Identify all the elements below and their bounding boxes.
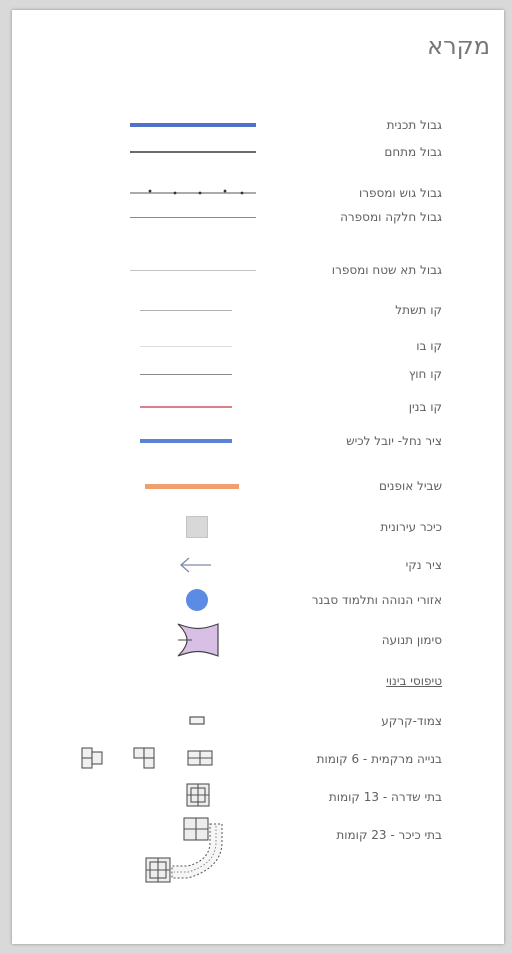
legend-row-line-5: קו תשתל [12, 295, 504, 325]
legend-label: צמוד-קרקע [381, 714, 442, 728]
legend-label: בנייה מרקמית - 6 קומות [316, 752, 442, 766]
thick-blue-line-icon [130, 110, 256, 140]
faint-line-icon [140, 331, 232, 361]
legend-label: קו חוץ [408, 367, 442, 381]
legend-row-square-buildings: בתי כיכר - 23 קומות [12, 816, 504, 896]
red-line-icon [140, 392, 232, 422]
legend-row-clean-axis: ציר נקי [12, 550, 504, 580]
legend-label: שביל אופנים [379, 479, 442, 493]
legend-page: מקרא גבול תכנית גבול מתחם גבול גוש ומספר… [12, 10, 504, 944]
orange-line-icon [145, 471, 239, 501]
legend-label: סימון תנועה [381, 633, 442, 647]
legend-label: גבול מתחם [384, 145, 442, 159]
blue-line-icon [140, 426, 232, 456]
legend-label: קו בו [416, 339, 442, 353]
legend-label: כיכר עירונית [380, 520, 442, 534]
legend-row-line-6: קו בו [12, 331, 504, 361]
legend-label: ציר נחל- יובל לכיש [346, 434, 442, 448]
gray-line-icon [140, 359, 232, 389]
legend-row-avenue-buildings: בתי שדרה - 13 קומות [12, 780, 504, 814]
blue-circle-icon [186, 589, 208, 611]
legend-title: מקרא [427, 32, 490, 60]
legend-row-ground-attached: צמוד-קרקע [12, 706, 504, 736]
legend-row-urban-square: כיכר עירונית [12, 512, 504, 542]
thin-gray-line-icon [130, 137, 256, 167]
legend-row-area-cell-boundary: גבול תא שטח ומספרו [12, 255, 504, 285]
building-group-icon [81, 747, 213, 769]
legend-row-parcel-boundary: גבול חלקה ומספרה [12, 202, 504, 232]
small-building-icon [189, 716, 205, 725]
legend-label: גבול חלקה ומספרה [340, 210, 442, 224]
legend-row-textured-6-floors: בנייה מרקמית - 6 קומות [12, 742, 504, 776]
legend-row-plan-boundary: גבול תכנית [12, 110, 504, 140]
block-building-icon [186, 783, 210, 807]
legend-row-compound-boundary: גבול מתחם [12, 137, 504, 167]
l-shaped-building-icon [145, 817, 223, 883]
light-gray-line-icon [130, 255, 256, 285]
legend-label: גבול תא שטח ומספרו [331, 263, 442, 277]
legend-row-building-line: קו בנין [12, 392, 504, 422]
legend-label: גבול תכנית [386, 118, 442, 132]
left-arrow-icon [180, 557, 211, 573]
thin-gray-line-icon [130, 202, 256, 232]
legend-row-building-types-heading: טיפוסי בינוי [12, 666, 504, 696]
gray-square-icon [186, 512, 208, 542]
legend-label: ציר נקי [405, 558, 442, 572]
legend-label: אזורי הנוהה ותלמוד סבנר [311, 593, 442, 607]
legend-label: גבול גוש ומספרו [358, 186, 442, 200]
legend-label: בתי שדרה - 13 קומות [328, 790, 442, 804]
light-gray-line-icon [140, 295, 232, 325]
legend-row-bike-path: שביל אופנים [12, 471, 504, 501]
legend-row-outer-line: קו חוץ [12, 359, 504, 389]
traffic-node-icon [177, 623, 219, 657]
building-types-heading: טיפוסי בינוי [386, 674, 442, 688]
legend-row-traffic-mark: סימון תנועה [12, 620, 504, 660]
legend-row-stream-axis: ציר נחל- יובל לכיש [12, 426, 504, 456]
legend-row-blue-circle: אזורי הנוהה ותלמוד סבנר [12, 585, 504, 615]
legend-label: קו בנין [408, 400, 442, 414]
legend-label: קו תשתל [395, 303, 442, 317]
legend-label: בתי כיכר - 23 קומות [336, 828, 442, 842]
